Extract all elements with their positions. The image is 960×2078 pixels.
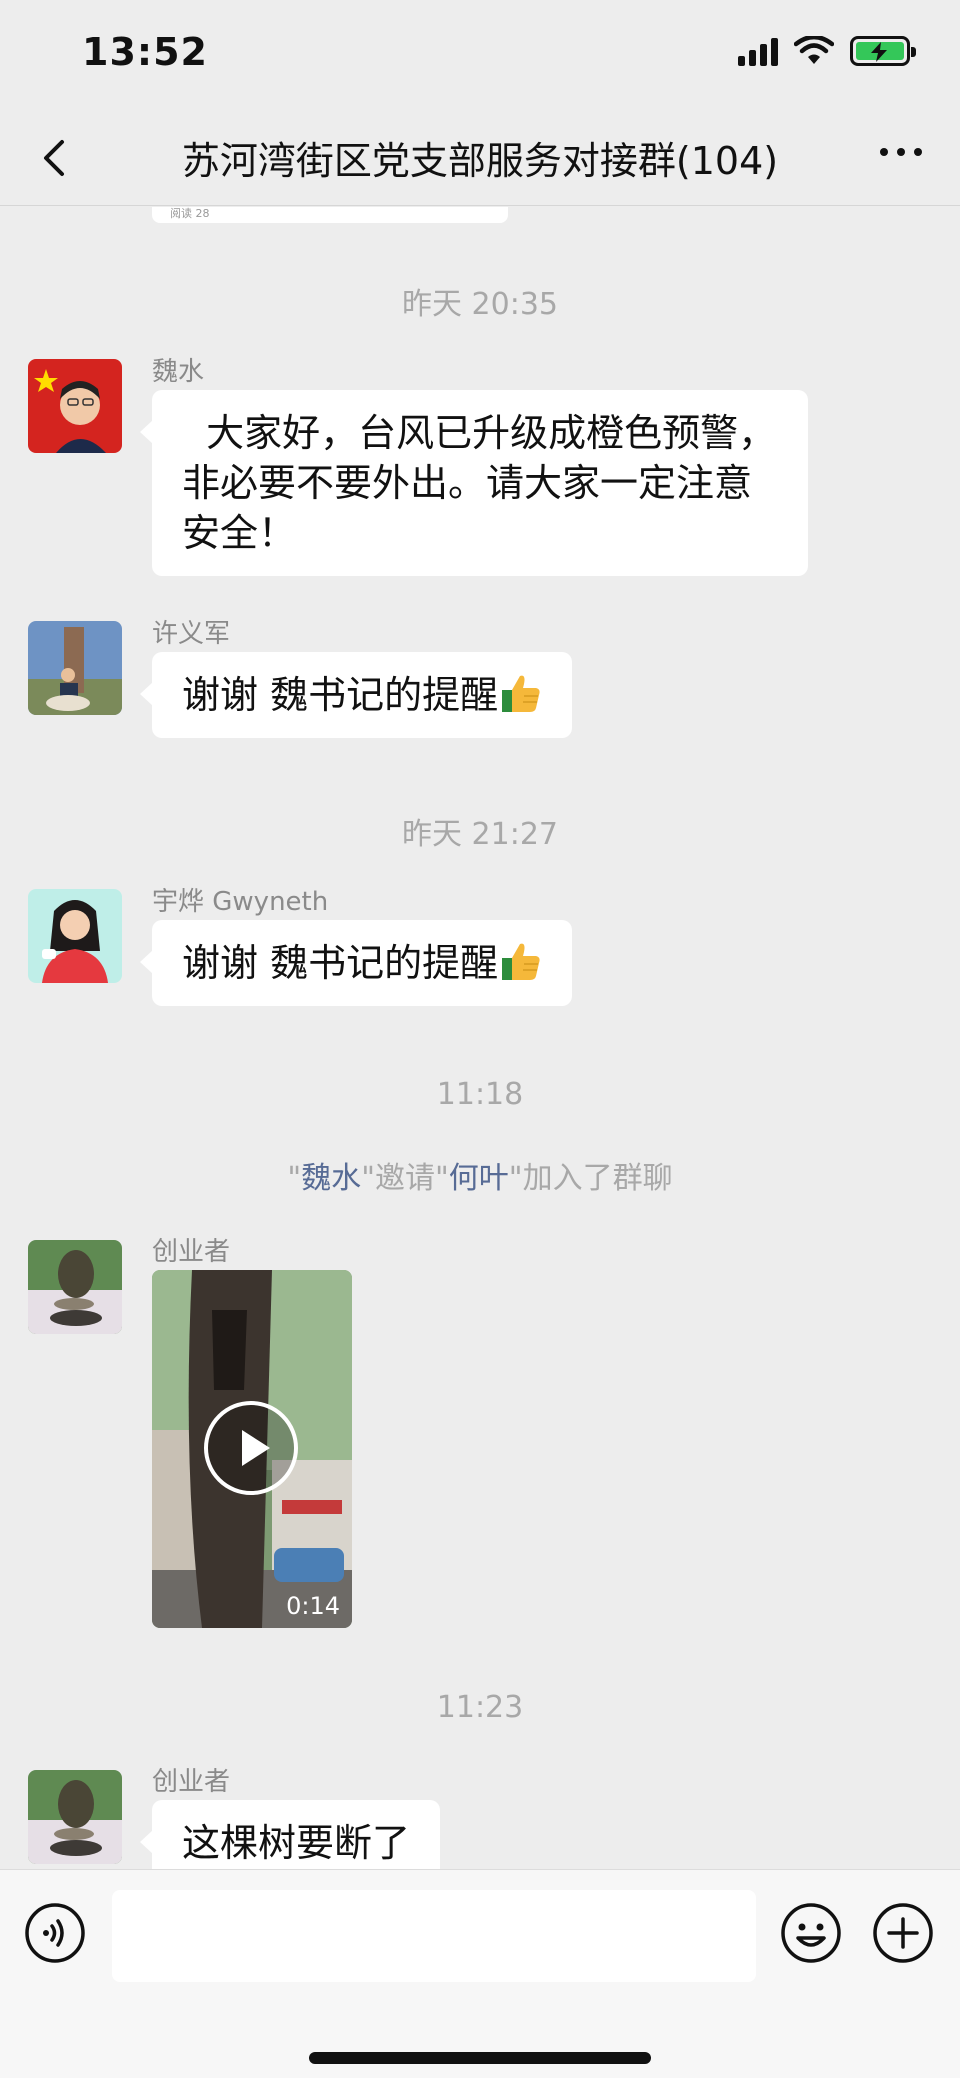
sender-name: 宇烨 Gwyneth [152,887,329,917]
video-duration: 0:14 [286,1592,340,1620]
sender-name: 创业者 [152,1767,231,1797]
avatar[interactable] [28,621,122,715]
video-message[interactable]: 0:14 [152,1270,352,1628]
sender-name: 魏水 [152,357,205,387]
sender-name: 许义军 [152,619,231,649]
avatar[interactable] [28,1770,122,1864]
timestamp: 11:18 [436,1077,524,1112]
message-text: 谢谢 魏书记的提醒 [182,673,499,717]
message-input[interactable] [112,1890,756,1982]
message-text: 这棵树要断了 [182,1821,411,1865]
back-chevron-icon[interactable] [30,132,82,184]
status-icons [738,36,916,66]
home-indicator[interactable] [309,2052,651,2064]
message-bubble[interactable]: 谢谢 魏书记的提醒 [139,652,573,738]
message-text: 大家好，台风已升级成橙色预警，非必要不要外出。请大家一定注意安全！ [182,411,777,555]
battery-icon [850,36,916,66]
system-text: "邀请" [361,1161,449,1196]
avatar[interactable] [28,889,122,983]
sender-name: 创业者 [152,1237,231,1267]
previous-message-card[interactable]: 阅读 28 [152,207,508,223]
emoji-icon[interactable] [780,1902,842,1964]
message-bubble[interactable]: 谢谢 魏书记的提醒 [139,920,573,1006]
system-user-link[interactable]: 何叶 [449,1161,509,1196]
voice-icon[interactable] [24,1902,86,1964]
timestamp: 11:23 [436,1690,524,1725]
message-text: 谢谢 魏书记的提醒 [182,941,499,985]
timestamp: 昨天 21:27 [402,817,558,852]
system-text: " [287,1161,302,1196]
timestamp: 昨天 20:35 [402,287,558,322]
wifi-icon [794,36,834,64]
message-bubble[interactable]: 大家好，台风已升级成橙色预警，非必要不要外出。请大家一定注意安全！ [140,390,808,576]
input-bar [0,1869,960,2078]
chat-message-list[interactable]: 阅读 28 昨天 20:35 魏水 大家好，台风已升级成橙色预警，非必要不要外出… [0,207,960,1869]
chat-title: 苏河湾街区党支部服务对接群(104) [181,139,779,183]
status-time: 13:52 [82,30,208,74]
system-text: "加入了群聊 [508,1161,673,1196]
thumbs-up-icon [502,675,540,712]
avatar[interactable] [28,1240,122,1334]
thumbs-up-icon [502,943,540,980]
cellular-signal-icon [738,36,778,66]
more-dots-icon[interactable] [880,148,922,156]
system-user-link[interactable]: 魏水 [301,1161,361,1196]
play-icon[interactable] [204,1401,298,1495]
system-message: "魏水"邀请"何叶"加入了群聊 [0,1153,960,1197]
status-bar: 13:52 [0,0,960,110]
plus-icon[interactable] [872,1902,934,1964]
previous-card-text: 阅读 28 [170,207,210,220]
message-bubble[interactable]: 这棵树要断了 [139,1800,441,1869]
avatar[interactable] [28,359,122,453]
nav-bar: 苏河湾街区党支部服务对接群(104) [0,110,960,206]
